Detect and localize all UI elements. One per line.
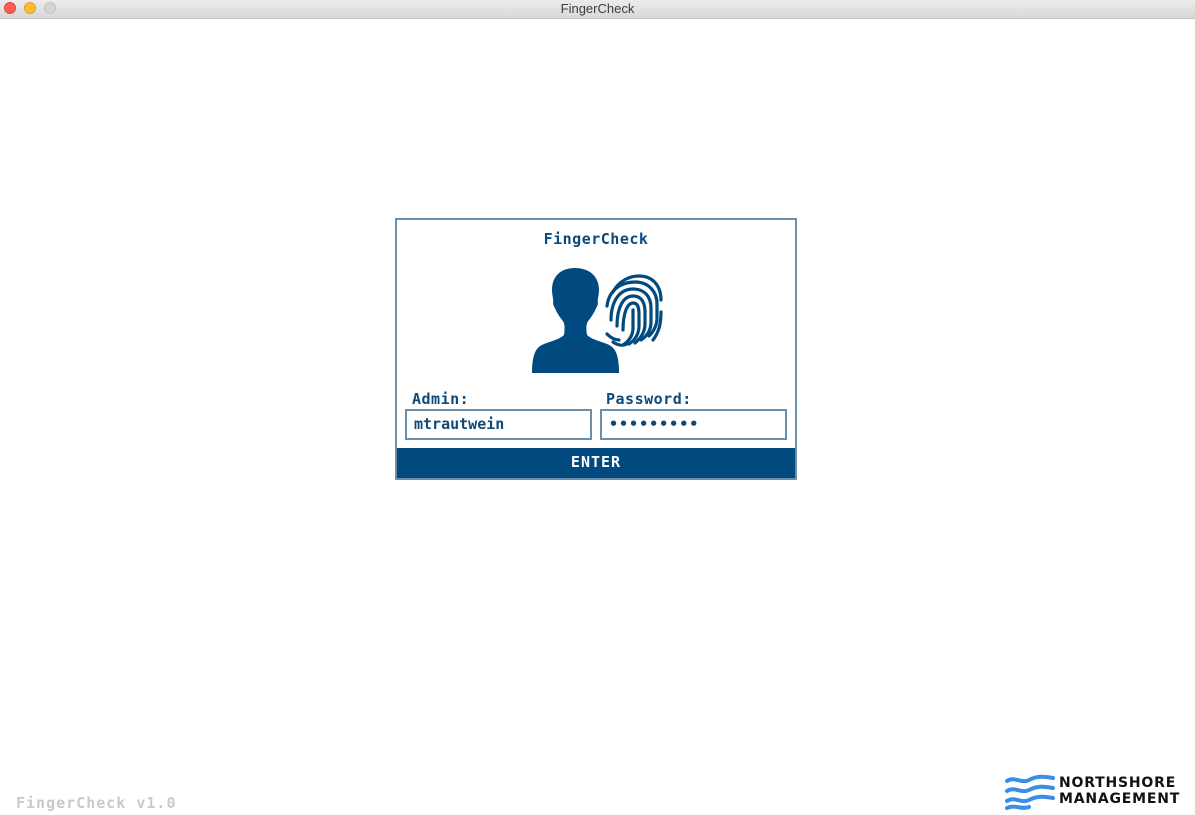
admin-label: Admin: bbox=[412, 390, 470, 408]
admin-input[interactable]: mtrautwein bbox=[405, 409, 592, 440]
app-window: FingerCheck FingerCheck Admin: Password:… bbox=[0, 0, 1195, 815]
password-input[interactable]: ••••••••• bbox=[600, 409, 787, 440]
version-label: FingerCheck v1.0 bbox=[16, 794, 177, 812]
enter-button[interactable]: ENTER bbox=[397, 448, 795, 478]
brand-name: NORTHSHORE MANAGEMENT bbox=[1059, 775, 1180, 807]
login-panel: FingerCheck Admin: Password: mtrautwein … bbox=[395, 218, 797, 480]
brand-line-2: MANAGEMENT bbox=[1059, 791, 1181, 807]
waves-logo-icon bbox=[1005, 774, 1055, 810]
password-label: Password: bbox=[606, 390, 692, 408]
user-silhouette-icon bbox=[532, 268, 619, 373]
login-title: FingerCheck bbox=[543, 230, 649, 248]
brand-line-1: NORTHSHORE bbox=[1059, 775, 1177, 791]
fingerprint-icon bbox=[605, 274, 663, 347]
title-bar: FingerCheck bbox=[0, 0, 1195, 19]
user-fingerprint-illustration bbox=[532, 268, 663, 373]
window-title: FingerCheck bbox=[560, 1, 635, 16]
northshore-logo: NORTHSHORE MANAGEMENT bbox=[1005, 774, 1190, 810]
